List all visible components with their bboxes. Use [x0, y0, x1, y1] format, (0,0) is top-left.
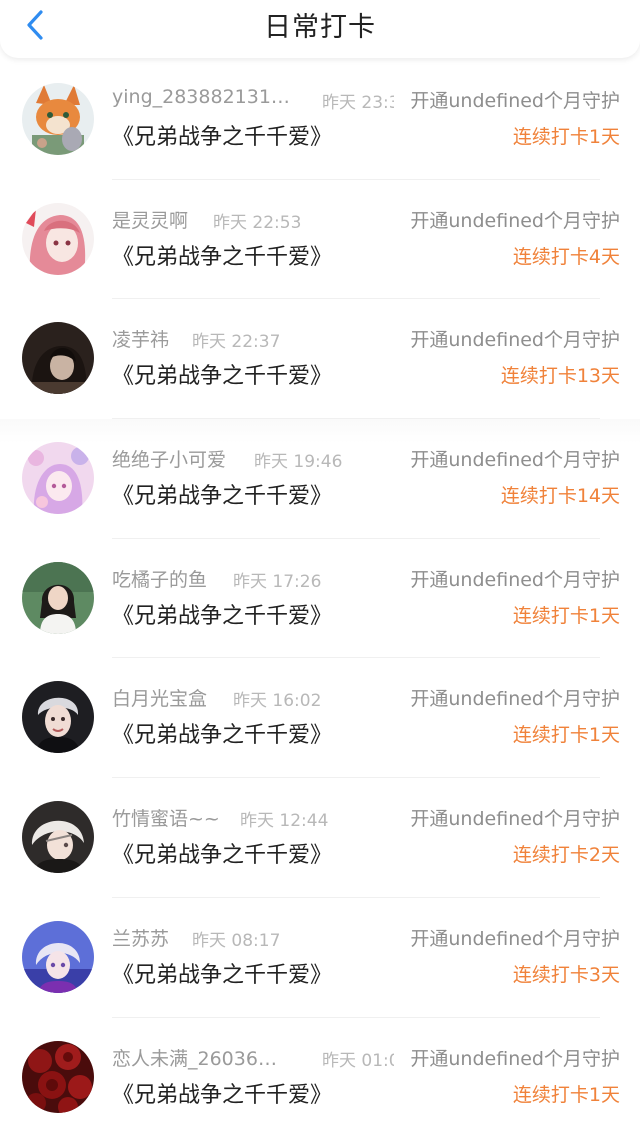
list-item[interactable]: 白月光宝盒 昨天 16:02 开通undefined个月守护 《兄弟战争之千千爱…	[0, 658, 640, 778]
checkin-time: 昨天 01:0	[322, 1050, 394, 1071]
user-name[interactable]: 兰苏苏	[112, 924, 169, 951]
book-title[interactable]: 《兄弟战争之千千爱》	[112, 717, 332, 749]
book-title[interactable]: 《兄弟战争之千千爱》	[112, 1077, 332, 1109]
checkin-page: 日常打卡 ying_283882131… 昨天 23:3 开通undefined…	[0, 0, 640, 1131]
guard-status: 开通undefined个月守护	[410, 325, 620, 353]
guard-status: 开通undefined个月守护	[410, 1043, 620, 1071]
user-name[interactable]: 吃橘子的鱼	[112, 565, 207, 592]
checkin-list: ying_283882131… 昨天 23:3 开通undefined个月守护 …	[0, 60, 640, 1131]
checkin-time: 昨天 23:3	[322, 93, 394, 113]
streak-count: 连续打卡13天	[500, 365, 620, 388]
anime-boy-avatar-icon	[22, 801, 94, 874]
checkin-time: 昨天 19:46	[254, 452, 343, 473]
user-name[interactable]: ying_283882131…	[112, 86, 290, 108]
avatar[interactable]	[22, 322, 94, 395]
guard-status: 开通undefined个月守护	[410, 86, 620, 113]
pink-anime-avatar-icon	[22, 442, 94, 515]
checkin-time: 昨天 17:26	[233, 571, 322, 592]
dark-photo-avatar-icon	[22, 322, 94, 395]
user-name[interactable]: 凌芋祎	[112, 325, 169, 352]
streak-count: 连续打卡1天	[512, 604, 620, 627]
guard-status: 开通undefined个月守护	[410, 684, 620, 712]
checkin-time: 昨天 16:02	[233, 691, 322, 712]
streak-count: 连续打卡2天	[512, 844, 620, 867]
book-title[interactable]: 《兄弟战争之千千爱》	[112, 119, 332, 151]
streak-count: 连续打卡14天	[500, 485, 620, 508]
checkin-time: 昨天 12:44	[240, 811, 329, 832]
streak-count: 连续打卡3天	[512, 963, 620, 986]
book-title[interactable]: 《兄弟战争之千千爱》	[112, 957, 332, 989]
guard-status: 开通undefined个月守护	[410, 804, 620, 832]
roses-avatar-icon	[22, 1040, 94, 1113]
checkin-time: 昨天 22:37	[192, 332, 281, 353]
book-title[interactable]: 《兄弟战争之千千爱》	[112, 239, 332, 271]
back-button[interactable]	[18, 8, 52, 42]
list-item[interactable]: 绝绝子小可爱 昨天 19:46 开通undefined个月守护 《兄弟战争之千千…	[0, 419, 640, 539]
cartoon-avatar-icon	[22, 83, 94, 155]
user-name[interactable]: 白月光宝盒	[112, 684, 207, 711]
list-item[interactable]: 吃橘子的鱼 昨天 17:26 开通undefined个月守护 《兄弟战争之千千爱…	[0, 539, 640, 659]
list-item[interactable]: 是灵灵啊 昨天 22:53 开通undefined个月守护 《兄弟战争之千千爱》…	[0, 180, 640, 300]
streak-count: 连续打卡1天	[512, 1083, 620, 1106]
avatar[interactable]	[22, 920, 94, 993]
list-item[interactable]: 恋人未满_26036… 昨天 01:0 开通undefined个月守护 《兄弟战…	[0, 1018, 640, 1131]
anime-girl-avatar-icon	[22, 202, 94, 275]
page-title: 日常打卡	[264, 11, 376, 43]
girl-photo-avatar-icon	[22, 561, 94, 634]
guard-status: 开通undefined个月守护	[410, 445, 620, 473]
list-item[interactable]: 竹情蜜语~~ 昨天 12:44 开通undefined个月守护 《兄弟战争之千千…	[0, 778, 640, 898]
list-item[interactable]: 凌芋祎 昨天 22:37 开通undefined个月守护 《兄弟战争之千千爱》 …	[0, 299, 640, 419]
user-name[interactable]: 是灵灵啊	[112, 206, 188, 233]
chevron-left-icon	[27, 10, 43, 40]
blue-anime-avatar-icon	[22, 920, 94, 993]
list-item[interactable]: ying_283882131… 昨天 23:3 开通undefined个月守护 …	[0, 60, 640, 180]
avatar[interactable]	[22, 83, 94, 155]
guard-status: 开通undefined个月守护	[410, 923, 620, 951]
book-title[interactable]: 《兄弟战争之千千爱》	[112, 837, 332, 869]
user-name[interactable]: 绝绝子小可爱	[112, 445, 226, 472]
checkin-time: 昨天 22:53	[213, 212, 302, 233]
boy-photo-avatar-icon	[22, 681, 94, 754]
book-title[interactable]: 《兄弟战争之千千爱》	[112, 598, 332, 630]
avatar[interactable]	[22, 1040, 94, 1113]
avatar[interactable]	[22, 202, 94, 275]
user-name[interactable]: 竹情蜜语~~	[112, 804, 220, 831]
guard-status: 开通undefined个月守护	[410, 205, 620, 233]
checkin-time: 昨天 08:17	[192, 930, 281, 951]
book-title[interactable]: 《兄弟战争之千千爱》	[112, 358, 332, 390]
user-name[interactable]: 恋人未满_26036…	[112, 1044, 277, 1071]
avatar[interactable]	[22, 681, 94, 754]
streak-count: 连续打卡1天	[512, 724, 620, 747]
streak-count: 连续打卡4天	[512, 245, 620, 268]
avatar[interactable]	[22, 442, 94, 515]
top-nav-bar: 日常打卡	[0, 0, 640, 58]
streak-count: 连续打卡1天	[512, 126, 620, 148]
guard-status: 开通undefined个月守护	[410, 564, 620, 592]
list-item[interactable]: 兰苏苏 昨天 08:17 开通undefined个月守护 《兄弟战争之千千爱》 …	[0, 898, 640, 1018]
book-title[interactable]: 《兄弟战争之千千爱》	[112, 478, 332, 510]
avatar[interactable]	[22, 801, 94, 874]
avatar[interactable]	[22, 561, 94, 634]
